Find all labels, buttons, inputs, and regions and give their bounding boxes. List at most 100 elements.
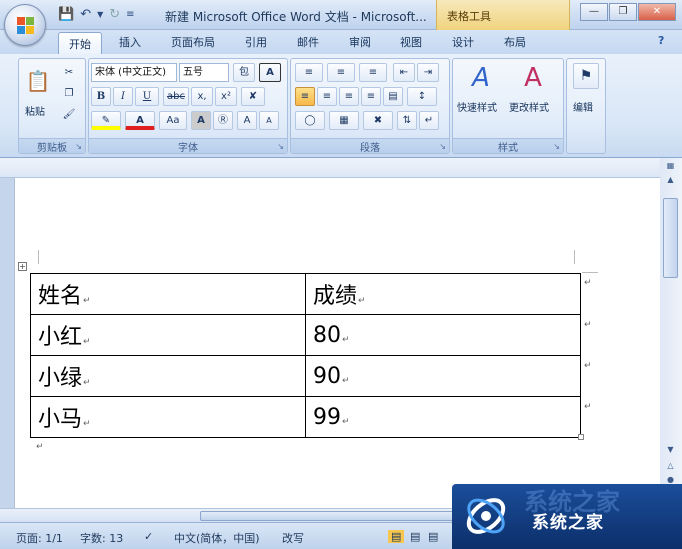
paragraph-dialog-launcher-icon[interactable]: ↘	[439, 142, 446, 151]
underline-button[interactable]: U	[135, 87, 159, 106]
scroll-down-icon[interactable]: ▼	[663, 444, 678, 456]
align-right-icon[interactable]: ≡	[339, 87, 359, 106]
char-shading-icon[interactable]: A	[191, 111, 211, 130]
superscript-button[interactable]: x²	[215, 87, 237, 106]
char-border-icon[interactable]: A	[259, 63, 281, 82]
proofing-icon[interactable]: ✓	[144, 530, 153, 543]
quick-styles-button[interactable]: 快速样式	[457, 99, 497, 114]
copy-icon[interactable]: ❐	[59, 84, 79, 103]
multilevel-list-icon[interactable]: ≡	[359, 63, 387, 82]
close-button[interactable]: ✕	[638, 3, 676, 21]
data-table[interactable]: 姓名↵ 成绩↵ 小红↵ 80↵ 小绿↵ 90↵ 小马↵ 99↵	[30, 273, 581, 438]
line-spacing-icon[interactable]: ↕	[407, 87, 437, 106]
tab-review[interactable]: 审阅	[349, 34, 371, 50]
binoculars-icon[interactable]: ⚑	[573, 63, 599, 89]
tab-references[interactable]: 引用	[245, 34, 267, 50]
editing-button[interactable]: 编辑	[573, 99, 593, 114]
font-dialog-launcher-icon[interactable]: ↘	[277, 142, 284, 151]
table-row: 姓名↵ 成绩↵	[30, 273, 581, 315]
styles-label-text: 样式	[498, 143, 518, 154]
change-case-button[interactable]: Aa	[159, 111, 187, 130]
phonetic-guide-icon[interactable]: 包	[233, 63, 255, 82]
horizontal-scroll-thumb[interactable]	[200, 511, 460, 521]
styles-dialog-launcher-icon[interactable]: ↘	[553, 142, 560, 151]
customize-qat-icon[interactable]: ≡	[126, 9, 134, 20]
change-styles-button[interactable]: 更改样式	[509, 99, 549, 114]
tab-home[interactable]: 开始	[58, 32, 102, 56]
dialog-launcher-icon[interactable]: ↘	[75, 142, 82, 151]
tab-page-layout[interactable]: 页面布局	[171, 34, 215, 50]
italic-button[interactable]: I	[113, 87, 133, 106]
prev-page-icon[interactable]: △	[663, 460, 678, 472]
justify-icon[interactable]: ≡	[361, 87, 381, 106]
table-resize-handle-icon[interactable]	[578, 434, 584, 440]
table-cell[interactable]: 99↵	[305, 396, 581, 438]
align-center-icon[interactable]: ≡	[317, 87, 337, 106]
font-color-button[interactable]: A	[125, 111, 155, 130]
word-count[interactable]: 字数: 13	[80, 530, 123, 546]
full-screen-icon[interactable]: ▤	[410, 530, 420, 543]
ruler-toggle-icon[interactable]: ▦	[663, 160, 678, 172]
vertical-scrollbar[interactable]: ▦ ▲ ▼ △ ●	[660, 158, 682, 508]
minimize-button[interactable]: —	[580, 3, 608, 21]
page-count[interactable]: 页面: 1/1	[16, 530, 63, 546]
quick-styles-icon[interactable]: A	[463, 61, 499, 95]
table-cell[interactable]: 小马↵	[30, 396, 306, 438]
restore-button[interactable]: ❐	[609, 3, 637, 21]
clipboard-group-label: 剪贴板 ↘	[19, 138, 85, 154]
print-layout-icon[interactable]: ▤	[388, 530, 405, 543]
table-move-handle-icon[interactable]: +	[18, 262, 27, 271]
paste-button[interactable]: 粘贴	[25, 103, 45, 118]
bullets-icon[interactable]: ≡	[295, 63, 323, 82]
sort-icon[interactable]: ⇅	[397, 111, 417, 130]
language-indicator[interactable]: 中文(简体，中国)	[174, 530, 260, 546]
tab-view[interactable]: 视图	[400, 34, 422, 50]
table-cell[interactable]: 80↵	[305, 314, 581, 356]
web-layout-icon[interactable]: ▤	[428, 530, 438, 543]
office-button[interactable]	[4, 4, 46, 46]
grow-font-button[interactable]: A	[237, 111, 257, 130]
show-marks-icon[interactable]: ↵	[419, 111, 439, 130]
tab-mailings[interactable]: 邮件	[297, 34, 319, 50]
cut-icon[interactable]: ✂	[59, 63, 79, 82]
tab-layout[interactable]: 布局	[504, 34, 526, 50]
strikethrough-button[interactable]: abc	[163, 87, 189, 106]
shrink-font-button[interactable]: A	[259, 111, 279, 130]
undo-icon[interactable]: ↶	[80, 7, 91, 22]
distributed-icon[interactable]: ▤	[383, 87, 403, 106]
align-left-icon[interactable]: ≡	[295, 87, 315, 106]
row-end-mark-icon: ↵	[584, 361, 592, 371]
help-icon[interactable]: ?	[658, 34, 664, 47]
bold-button[interactable]: B	[91, 87, 111, 106]
decrease-indent-icon[interactable]: ⇤	[393, 63, 415, 82]
paste-icon[interactable]: 📋	[23, 63, 53, 101]
clear-formatting-icon[interactable]: ✘	[241, 87, 265, 106]
redo-icon[interactable]: ↻	[109, 7, 120, 22]
enclose-char-icon[interactable]: Ⓡ	[213, 111, 233, 130]
table-cell[interactable]: 小绿↵	[30, 355, 306, 397]
tab-design[interactable]: 设计	[452, 34, 474, 50]
format-painter-icon[interactable]: 🖌	[59, 105, 79, 124]
chinese-layout-icon[interactable]: ✖	[363, 111, 393, 130]
scroll-up-icon[interactable]: ▲	[663, 174, 678, 186]
table-cell[interactable]: 90↵	[305, 355, 581, 397]
undo-dropdown-icon[interactable]: ▼	[97, 10, 103, 19]
vertical-scroll-thumb[interactable]	[663, 198, 678, 278]
increase-indent-icon[interactable]: ⇥	[417, 63, 439, 82]
tab-insert[interactable]: 插入	[119, 34, 141, 50]
change-styles-icon[interactable]: A	[515, 61, 551, 95]
font-size-combo[interactable]: 五号	[179, 63, 229, 82]
subscript-button[interactable]: x,	[191, 87, 213, 106]
overtype-mode[interactable]: 改写	[282, 530, 304, 546]
numbering-icon[interactable]: ≡	[327, 63, 355, 82]
watermark-text: 系统之家	[532, 513, 604, 533]
paragraph-mark-icon: ↵	[358, 296, 366, 306]
borders-icon[interactable]: ▦	[329, 111, 359, 130]
table-cell[interactable]: 成绩↵	[305, 273, 581, 315]
table-cell[interactable]: 姓名↵	[30, 273, 306, 315]
highlight-icon[interactable]: ✎	[91, 111, 121, 130]
shading-icon[interactable]: ◯	[295, 111, 325, 130]
table-cell[interactable]: 小红↵	[30, 314, 306, 356]
save-icon[interactable]: 💾	[58, 7, 74, 22]
font-name-combo[interactable]: 宋体 (中文正文)	[91, 63, 177, 82]
